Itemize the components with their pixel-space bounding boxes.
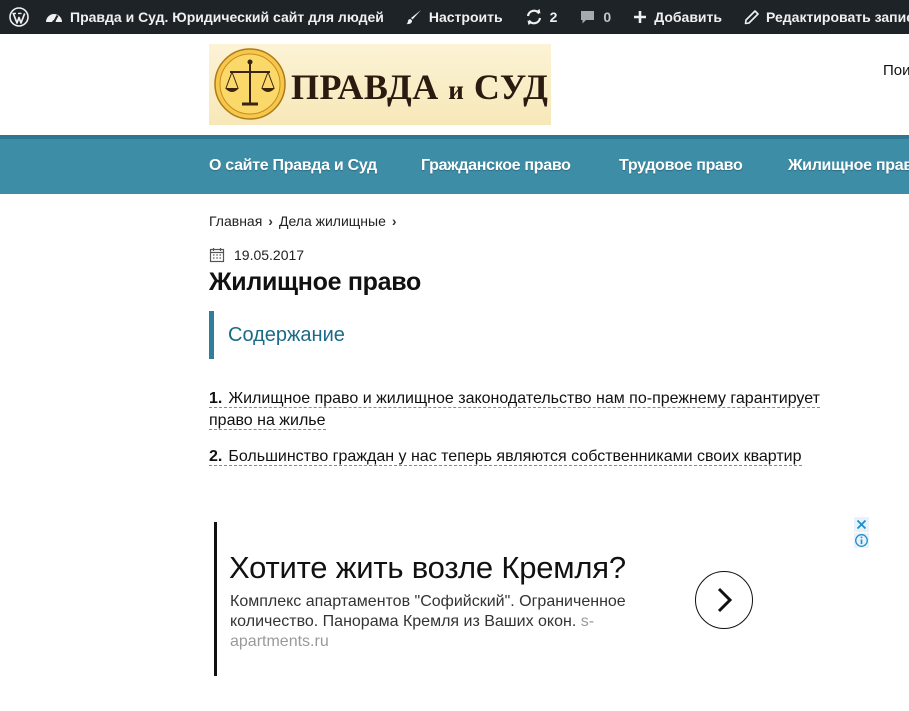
close-icon <box>856 519 867 530</box>
toc-list: 1. Жилищное право и жилищное законодатель… <box>209 388 849 482</box>
toc-item[interactable]: 2. Большинство граждан у нас теперь являю… <box>209 446 837 468</box>
header-search-text[interactable]: Пои <box>883 62 909 79</box>
comments-menu[interactable]: 0 <box>571 0 619 34</box>
add-new-menu[interactable]: Добавить <box>625 0 730 34</box>
admin-bar: Правда и Суд. Юридический сайт для людей… <box>0 0 909 34</box>
logo-word-2: и <box>448 75 465 105</box>
toc-item-number: 2. <box>209 448 223 465</box>
calendar-icon <box>209 248 225 263</box>
edit-post-label: Редактировать запись <box>766 9 909 25</box>
comment-icon <box>581 10 595 23</box>
chevron-right-icon <box>717 587 733 613</box>
info-icon <box>855 534 868 547</box>
ad-info-button[interactable] <box>854 533 869 548</box>
customize-menu[interactable]: Настроить <box>398 0 511 34</box>
ad-next-button[interactable] <box>695 571 753 629</box>
post-date: 19.05.2017 <box>209 247 304 263</box>
customize-label: Настроить <box>428 9 503 25</box>
wordpress-logo-icon <box>9 7 29 27</box>
nav-item-housing-law[interactable]: Жилищное право <box>788 157 909 175</box>
breadcrumb-category[interactable]: Дела жилищные <box>279 213 386 229</box>
logo-word-3: СУД <box>473 67 549 107</box>
toc-item[interactable]: 1. Жилищное право и жилищное законодатель… <box>209 388 837 432</box>
main-navigation: О сайте Правда и Суд Гражданское право Т… <box>0 135 909 194</box>
toc-item-text[interactable]: Большинство граждан у нас теперь являютс… <box>228 448 801 465</box>
add-new-label: Добавить <box>654 9 722 25</box>
ad-headline[interactable]: Хотите жить возле Кремля? <box>229 550 626 586</box>
site-logo[interactable]: ПРАВДА и СУД <box>209 44 551 125</box>
refresh-icon <box>526 9 541 25</box>
logo-text: ПРАВДА и СУД <box>291 66 548 108</box>
toc-item-text[interactable]: Жилищное право и жилищное законодательст… <box>209 390 820 429</box>
table-of-contents: Содержание <box>209 311 849 359</box>
ad-body[interactable]: Комплекс апартаментов "Софийский". Огран… <box>230 592 660 652</box>
site-name: Правда и Суд. Юридический сайт для людей <box>70 9 384 25</box>
page-title: Жилищное право <box>209 268 421 296</box>
site-name-menu[interactable]: Правда и Суд. Юридический сайт для людей <box>37 0 392 34</box>
logo-word-1: ПРАВДА <box>291 67 439 107</box>
ad-text: Комплекс апартаментов "Софийский". Огран… <box>230 593 626 630</box>
updates-menu[interactable]: 2 <box>517 0 566 34</box>
chevron-right-icon: › <box>391 213 397 229</box>
breadcrumb-home[interactable]: Главная <box>209 213 262 229</box>
nav-item-about[interactable]: О сайте Правда и Суд <box>209 157 377 175</box>
advertisement[interactable]: Хотите жить возле Кремля? Комплекс апарт… <box>214 522 774 676</box>
dashboard-icon <box>46 14 62 24</box>
comments-count: 0 <box>603 9 612 25</box>
chevron-right-icon: › <box>268 213 273 229</box>
nav-item-labor-law[interactable]: Трудовое право <box>619 157 743 175</box>
ad-close-button[interactable] <box>854 517 869 532</box>
nav-item-civil-law[interactable]: Гражданское право <box>421 157 571 175</box>
brush-icon <box>406 10 421 25</box>
pencil-icon <box>744 9 759 24</box>
post-date-text: 19.05.2017 <box>234 247 305 263</box>
breadcrumb: Главная › Дела жилищные › <box>209 213 403 229</box>
updates-count: 2 <box>549 9 558 25</box>
edit-post-menu[interactable]: Редактировать запись <box>736 0 909 34</box>
toc-title[interactable]: Содержание <box>228 324 345 347</box>
wordpress-menu[interactable] <box>0 0 37 34</box>
toc-item-number: 1. <box>209 390 223 407</box>
scales-of-justice-icon <box>214 48 286 120</box>
plus-icon <box>634 11 647 23</box>
